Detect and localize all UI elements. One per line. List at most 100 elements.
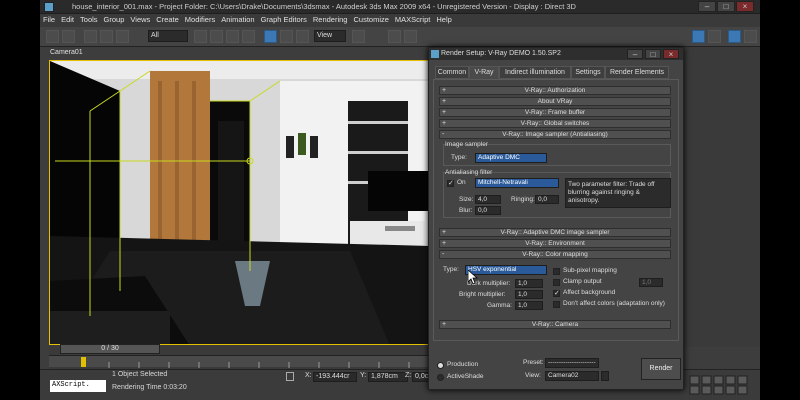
- redo-icon[interactable]: [62, 30, 75, 43]
- viewport-navigation-controls[interactable]: [688, 374, 758, 396]
- clamp-output-checkbox[interactable]: [553, 279, 560, 286]
- sampler-type-dropdown[interactable]: Adaptive DMC: [475, 153, 547, 163]
- rollout-global-switches[interactable]: + V-Ray:: Global switches: [439, 119, 671, 128]
- menu-group[interactable]: Group: [101, 14, 128, 25]
- menu-rendering[interactable]: Rendering: [310, 14, 351, 25]
- affect-background-checkbox[interactable]: ✓: [553, 290, 560, 297]
- rollout-frame-buffer[interactable]: + V-Ray:: Frame buffer: [439, 108, 671, 117]
- dont-affect-colors-checkbox[interactable]: [553, 301, 560, 308]
- tab-settings[interactable]: Settings: [571, 66, 605, 79]
- unlink-icon[interactable]: [100, 30, 113, 43]
- time-slider[interactable]: 0 / 30: [60, 344, 160, 354]
- app-icon[interactable]: [44, 2, 54, 12]
- menu-maxscript[interactable]: MAXScript: [392, 14, 433, 25]
- command-panel[interactable]: [682, 47, 760, 347]
- aa-filter-on-label: On: [457, 179, 466, 186]
- render-setup-dialog[interactable]: Render Setup: V-Ray DEMO 1.50.SP2 – □ × …: [428, 47, 684, 390]
- subpixel-mapping-label: Sub-pixel mapping: [563, 267, 617, 274]
- rollout-authorization[interactable]: + V-Ray:: Authorization: [439, 86, 671, 95]
- lock-view-icon[interactable]: [601, 371, 609, 381]
- menu-file[interactable]: File: [40, 14, 58, 25]
- rotate-icon[interactable]: [280, 30, 293, 43]
- rollout-environment[interactable]: + V-Ray:: Environment: [439, 239, 671, 248]
- rollout-about-vray[interactable]: + About VRay: [439, 97, 671, 106]
- right-letterbox: [760, 0, 800, 400]
- tab-indirect-illumination[interactable]: Indirect illumination: [499, 66, 571, 79]
- dialog-maximize-icon[interactable]: □: [645, 49, 661, 59]
- region-select-icon[interactable]: [226, 30, 239, 43]
- rendered-frame-window-icon[interactable]: [708, 30, 721, 43]
- rollout-color-mapping[interactable]: - V-Ray:: Color mapping: [439, 250, 671, 259]
- track-bar[interactable]: [49, 355, 431, 368]
- menu-views[interactable]: Views: [127, 14, 153, 25]
- activeshade-radio[interactable]: [437, 374, 444, 381]
- menu-create[interactable]: Create: [153, 14, 182, 25]
- select-object-icon[interactable]: [194, 30, 207, 43]
- aa-filter-on-checkbox[interactable]: ✓: [447, 180, 454, 187]
- menu-graph-editors[interactable]: Graph Editors: [258, 14, 310, 25]
- maximize-icon[interactable]: □: [717, 1, 735, 12]
- scale-icon[interactable]: [296, 30, 309, 43]
- rollout-adaptive-dmc[interactable]: + V-Ray:: Adaptive DMC image sampler: [439, 228, 671, 237]
- menu-help[interactable]: Help: [433, 14, 454, 25]
- menu-edit[interactable]: Edit: [58, 14, 77, 25]
- mouse-cursor-icon: [468, 270, 478, 284]
- tab-render-elements[interactable]: Render Elements: [605, 66, 669, 79]
- view-label: View:: [525, 372, 541, 379]
- bright-multiplier-label: Bright multiplier:: [459, 291, 506, 298]
- link-icon[interactable]: [84, 30, 97, 43]
- close-icon[interactable]: ×: [736, 1, 754, 12]
- snap-toggle-icon[interactable]: [388, 30, 401, 43]
- selection-filter-dropdown[interactable]: All: [148, 30, 188, 42]
- rendering-time: Rendering Time 0:03:20: [112, 384, 187, 391]
- camera-viewport[interactable]: [49, 60, 431, 345]
- blur-field[interactable]: 0,0: [475, 206, 501, 215]
- pivot-center-icon[interactable]: [352, 30, 365, 43]
- bright-multiplier-field[interactable]: 1,0: [515, 290, 543, 299]
- tab-common[interactable]: Common: [435, 66, 469, 79]
- dark-multiplier-field[interactable]: 1,0: [515, 279, 543, 288]
- minimize-icon[interactable]: –: [698, 1, 716, 12]
- activeshade-label: ActiveShade: [447, 373, 484, 380]
- rollout-camera[interactable]: + V-Ray:: Camera: [439, 320, 671, 329]
- select-by-name-icon[interactable]: [210, 30, 223, 43]
- tab-vray[interactable]: V-Ray: [469, 66, 499, 79]
- y-coordinate-field[interactable]: 1,878cm: [368, 372, 408, 382]
- rollout-image-sampler[interactable]: - V-Ray:: Image sampler (Antialiasing): [439, 130, 671, 139]
- render-activeshade-icon[interactable]: [744, 30, 757, 43]
- dialog-minimize-icon[interactable]: –: [627, 49, 643, 59]
- move-icon[interactable]: [264, 30, 277, 43]
- angle-snap-icon[interactable]: [404, 30, 417, 43]
- preset-dropdown[interactable]: ----------------------: [545, 358, 599, 368]
- gamma-field[interactable]: 1,0: [515, 301, 543, 310]
- menu-animation[interactable]: Animation: [218, 14, 257, 25]
- bind-space-warp-icon[interactable]: [116, 30, 129, 43]
- render-setup-icon[interactable]: [692, 30, 705, 43]
- menu-customize[interactable]: Customize: [350, 14, 391, 25]
- view-dropdown[interactable]: Camera02: [545, 371, 599, 381]
- aa-filter-dropdown[interactable]: Mitchell-Netravali: [475, 178, 559, 188]
- menu-tools[interactable]: Tools: [77, 14, 101, 25]
- production-radio[interactable]: [437, 362, 444, 369]
- aa-filter-group-label: Antialiasing filter: [445, 169, 493, 176]
- render-production-icon[interactable]: [728, 30, 741, 43]
- size-field[interactable]: 4,0: [475, 195, 501, 204]
- ringing-field[interactable]: 0,0: [535, 195, 559, 204]
- clamp-level-field[interactable]: 1,0: [639, 278, 663, 287]
- dialog-close-icon[interactable]: ×: [663, 49, 679, 59]
- undo-icon[interactable]: [46, 30, 59, 43]
- lock-icon[interactable]: [286, 372, 294, 381]
- menu-bar: File Edit Tools Group Views Create Modifiers An…: [40, 14, 760, 27]
- render-button[interactable]: Render: [641, 358, 681, 380]
- viewport-label[interactable]: Camera01: [50, 49, 83, 59]
- sampler-type-label: Type:: [451, 154, 467, 161]
- window-crossing-icon[interactable]: [242, 30, 255, 43]
- maxscript-listener[interactable]: AXScript.: [50, 380, 106, 392]
- subpixel-mapping-checkbox[interactable]: [553, 268, 560, 275]
- menu-modifiers[interactable]: Modifiers: [182, 14, 218, 25]
- aa-filter-description: Two parameter filter: Trade off blurring…: [565, 178, 671, 208]
- reference-coord-dropdown[interactable]: View: [314, 30, 346, 42]
- x-coordinate-field[interactable]: -193.444cr: [313, 372, 357, 382]
- viewport-render: [50, 61, 430, 344]
- blur-label: Blur:: [459, 207, 473, 214]
